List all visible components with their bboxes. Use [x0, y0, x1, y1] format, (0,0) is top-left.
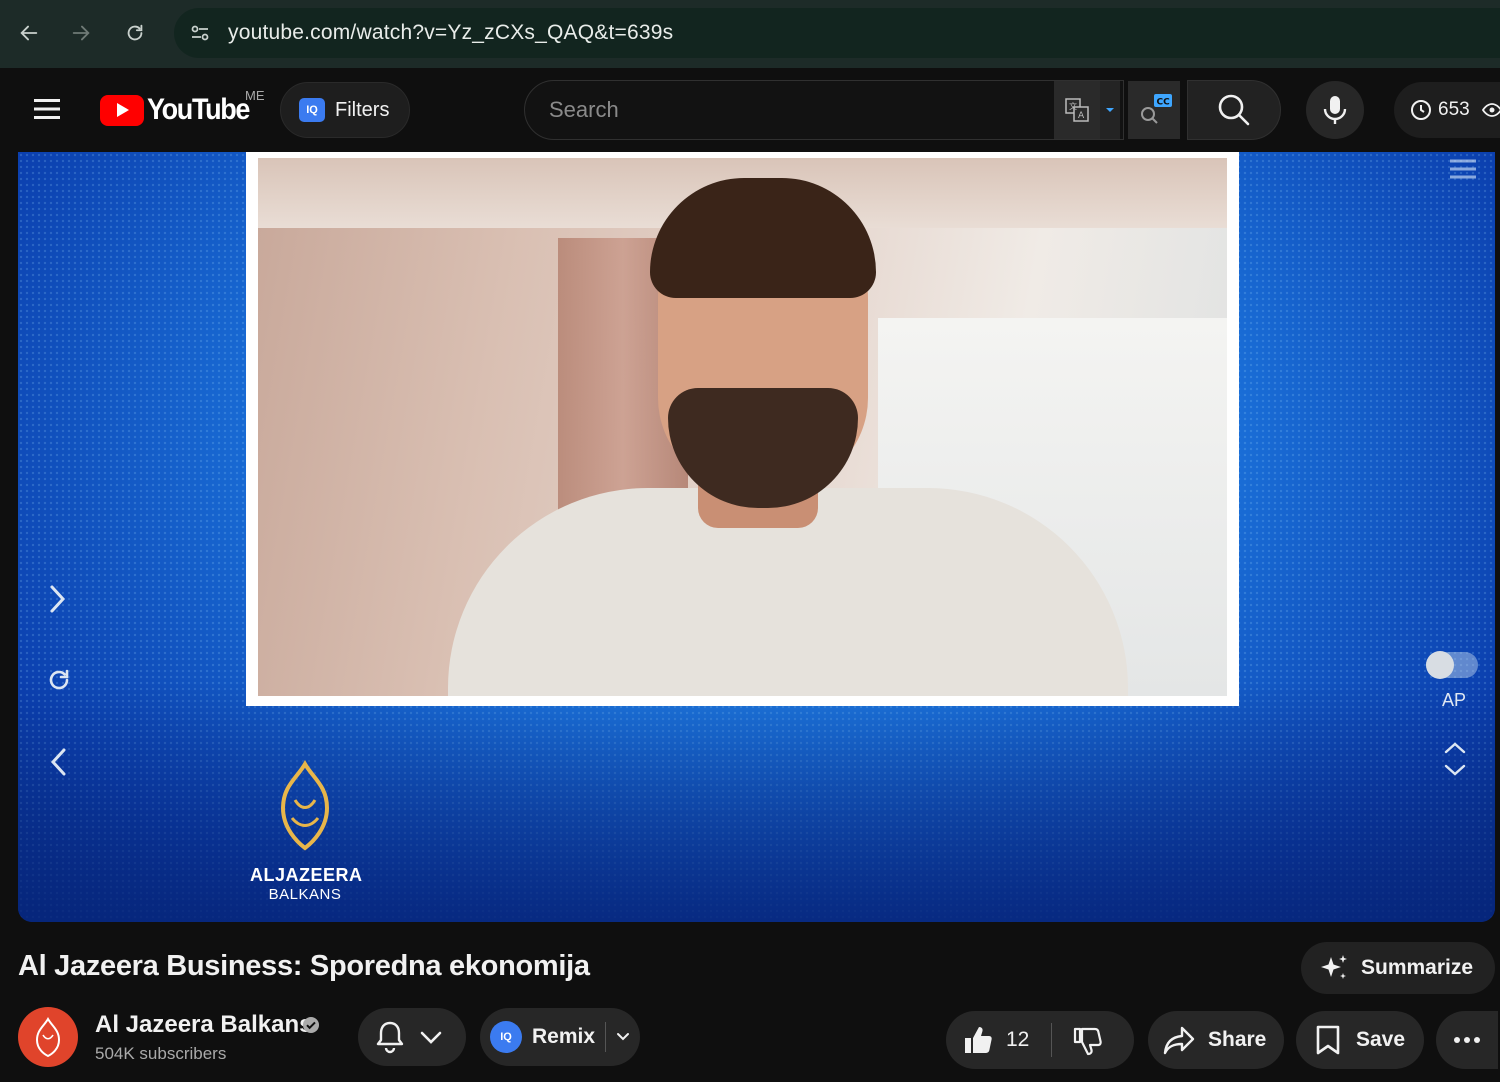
country-code: ME — [245, 88, 265, 103]
browser-toolbar: youtube.com/watch?v=Yz_zCXs_QAQ&t=639s — [0, 0, 1500, 68]
autoplay-label: AP — [1442, 690, 1467, 710]
arrow-right-icon — [72, 25, 90, 41]
verified-icon — [303, 1017, 319, 1033]
video-title: Al Jazeera Business: Sporedna ekonomija — [18, 950, 590, 982]
back-button[interactable] — [14, 18, 44, 48]
more-horizontal-icon — [1454, 1037, 1480, 1043]
filters-button[interactable]: IQ Filters — [280, 82, 410, 138]
like-dislike-group: 12 — [946, 1011, 1134, 1069]
brand-name: ALJAZEERA — [250, 865, 363, 885]
aljazeera-avatar-icon — [35, 1017, 61, 1057]
reload-icon — [127, 24, 143, 41]
save-button[interactable]: Save — [1296, 1011, 1424, 1069]
youtube-logo[interactable]: YouTube — [100, 92, 260, 128]
share-label: Share — [1208, 1028, 1267, 1051]
remix-divider — [605, 1022, 607, 1052]
search-box — [524, 80, 1124, 140]
address-bar[interactable]: youtube.com/watch?v=Yz_zCXs_QAQ&t=639s — [174, 8, 1500, 58]
summarize-label: Summarize — [1361, 956, 1474, 979]
search-button[interactable] — [1187, 80, 1281, 140]
notification-bell-button[interactable] — [358, 1008, 466, 1066]
bell-icon — [376, 1021, 404, 1054]
youtube-play-icon — [100, 94, 144, 126]
iq-extension-icon: IQ — [299, 98, 325, 122]
sparkle-icon — [1321, 955, 1347, 979]
next-chapter-button[interactable] — [40, 582, 74, 616]
caption-search-icon: CC — [1141, 94, 1172, 124]
share-button[interactable]: Share — [1148, 1011, 1284, 1069]
clock-icon — [1411, 100, 1431, 120]
logo-text: YouTube — [147, 93, 250, 126]
toggle-knob — [1426, 651, 1454, 679]
forward-button[interactable] — [66, 18, 96, 48]
channel-name[interactable]: Al Jazeera Balkans — [95, 1011, 312, 1039]
more-actions-button[interactable] — [1436, 1011, 1498, 1069]
subscriber-count: 504K subscribers — [95, 1044, 227, 1063]
thumbs-up-icon[interactable] — [962, 1024, 994, 1056]
eye-icon — [1481, 103, 1500, 117]
brand-region: BALKANS — [268, 886, 342, 903]
thumbs-down-icon[interactable] — [1072, 1024, 1104, 1056]
remix-label: Remix — [532, 1025, 596, 1048]
hamburger-menu-icon[interactable] — [32, 96, 62, 122]
like-count: 12 — [1006, 1028, 1030, 1051]
remix-iq-icon: IQ — [490, 1021, 522, 1053]
bookmark-icon — [1316, 1025, 1340, 1055]
svg-text:A: A — [1078, 111, 1085, 121]
translate-icon: 文A — [1065, 98, 1089, 122]
translate-button[interactable]: 文A — [1054, 81, 1100, 139]
arrow-left-icon — [20, 25, 38, 41]
search-input[interactable] — [549, 95, 1049, 125]
chevron-right-icon — [50, 585, 66, 613]
video-player[interactable]: ALJAZEERA BALKANS AP — [18, 152, 1495, 922]
chevron-left-icon — [50, 748, 66, 776]
voice-search-button[interactable] — [1306, 81, 1364, 139]
aljazeera-logo: ALJAZEERA BALKANS — [250, 759, 363, 903]
url-text[interactable]: youtube.com/watch?v=Yz_zCXs_QAQ&t=639s — [228, 21, 673, 45]
previous-chapter-button[interactable] — [42, 745, 76, 779]
counter-value: 653 — [1438, 99, 1470, 120]
remix-chevron-down-icon[interactable] — [616, 1032, 630, 1042]
aljazeera-emblem-icon — [280, 759, 330, 851]
search-icon — [1218, 94, 1250, 126]
cc-badge: CC — [1157, 98, 1171, 108]
player-background-glow — [18, 682, 1495, 922]
channel-avatar[interactable] — [18, 1007, 78, 1067]
video-frame — [246, 152, 1239, 706]
svg-text:文: 文 — [1069, 101, 1077, 111]
save-label: Save — [1356, 1028, 1406, 1051]
share-icon — [1163, 1026, 1195, 1055]
filters-label: Filters — [335, 98, 390, 121]
youtube-header: YouTube ME IQ Filters 文A CC — [0, 68, 1500, 152]
interviewee-video — [258, 158, 1227, 696]
caret-down-icon — [1106, 108, 1114, 112]
translate-dropdown[interactable] — [1100, 81, 1120, 139]
watch-counter[interactable]: 653 — [1394, 82, 1500, 138]
player-menu-button[interactable] — [1446, 152, 1480, 186]
site-settings-icon[interactable] — [188, 21, 212, 45]
reload-button[interactable] — [120, 18, 150, 48]
microphone-icon — [1323, 96, 1347, 124]
replay-icon — [49, 669, 69, 690]
caption-search-button[interactable]: CC — [1128, 81, 1180, 139]
expand-collapse-button[interactable] — [1438, 742, 1472, 776]
remix-button[interactable]: IQ Remix — [480, 1008, 640, 1066]
autoplay-toggle[interactable] — [1426, 651, 1478, 679]
like-divider — [1051, 1023, 1053, 1057]
summarize-button[interactable]: Summarize — [1301, 942, 1495, 994]
chevron-down-icon — [420, 1031, 442, 1044]
replay-button[interactable] — [42, 663, 76, 697]
list-icon — [1450, 159, 1476, 179]
chevron-up-down-icon — [1444, 742, 1466, 776]
